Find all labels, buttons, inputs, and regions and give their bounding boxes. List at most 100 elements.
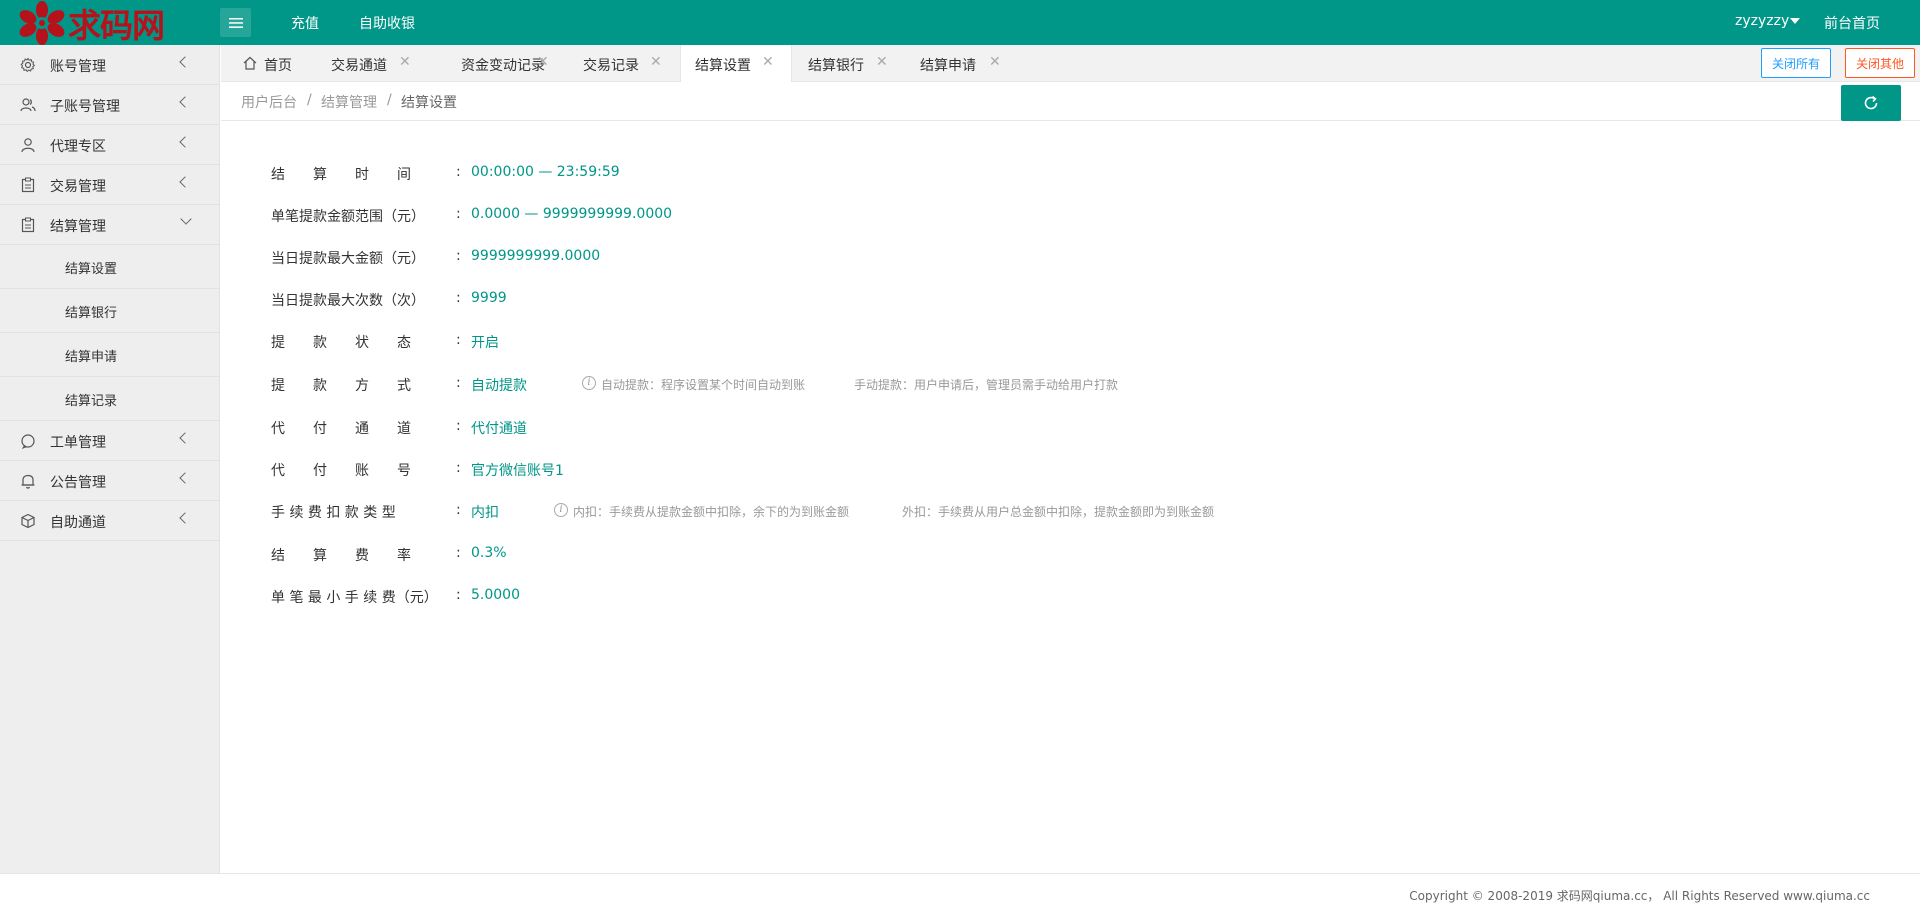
sidebar-item-label: 子账号管理 xyxy=(50,99,120,115)
breadcrumb-item[interactable]: 结算管理 xyxy=(321,92,377,112)
setting-colon: : xyxy=(456,545,461,561)
setting-label: 单笔提款金额范围（元） xyxy=(271,209,425,225)
setting-label: 当日提款最大次数（次） xyxy=(271,293,425,309)
close-icon[interactable]: ✕ xyxy=(762,54,774,70)
tab-fund-changes[interactable]: 资金变动记录 xyxy=(439,45,574,82)
clipboard-icon xyxy=(21,217,35,233)
setting-row-fee-type: 手 续 费 扣 款 类 型 : 内扣 i 内扣：手续费从提款金额中扣除，余下的为… xyxy=(271,502,1271,522)
caret-down-icon[interactable] xyxy=(1790,18,1800,24)
tab-label: 结算设置 xyxy=(695,58,751,74)
setting-label: 代 付 账 号 xyxy=(271,463,411,479)
tab-settlement-settings[interactable]: 结算设置 ✕ xyxy=(680,45,792,82)
tab-settlement-apply[interactable]: 结算申请 ✕ xyxy=(907,45,1019,82)
setting-colon: : xyxy=(456,418,461,434)
front-home-link[interactable]: 前台首页 xyxy=(1824,13,1880,33)
sidebar-subitem-label: 结算申请 xyxy=(65,350,118,365)
logo[interactable]: 求码网 xyxy=(18,0,165,45)
tab-settlement-bank[interactable]: 结算银行 ✕ xyxy=(794,45,906,82)
close-icon[interactable]: ✕ xyxy=(650,54,662,70)
recharge-link[interactable]: 充值 xyxy=(291,13,319,33)
setting-hint: 自动提款：程序设置某个时间自动到账 xyxy=(601,378,806,392)
sidebar-subitem-settlement-apply[interactable]: 结算申请 xyxy=(0,333,220,377)
sidebar-subitem-settlement-settings[interactable]: 结算设置 xyxy=(0,245,220,289)
chevron-left-icon xyxy=(179,512,191,524)
setting-colon: : xyxy=(456,587,461,603)
hamburger-icon xyxy=(228,17,243,28)
logo-text: 求码网 xyxy=(68,5,165,45)
setting-label: 手 续 费 扣 款 类 型 xyxy=(271,505,396,521)
clipboard-icon xyxy=(21,177,35,193)
sidebar-subitem-label: 结算银行 xyxy=(65,306,118,321)
breadcrumb-separator: / xyxy=(387,92,392,108)
tab-trade-channel[interactable]: 交易通道 ✕ xyxy=(314,45,424,82)
setting-value: 内扣 xyxy=(471,505,499,521)
tab-home[interactable]: 首页 xyxy=(221,45,301,82)
close-other-tabs-button[interactable]: 关闭其他 xyxy=(1845,48,1915,78)
setting-value: 9999 xyxy=(471,290,507,306)
sidebar-item-announcements[interactable]: 公告管理 xyxy=(0,461,220,501)
close-icon[interactable]: ✕ xyxy=(876,54,888,70)
sidebar-subitem-settlement-bank[interactable]: 结算银行 xyxy=(0,289,220,333)
sidebar-item-sub-accounts[interactable]: 子账号管理 xyxy=(0,85,220,125)
sidebar-subitem-settlement-records[interactable]: 结算记录 xyxy=(0,377,220,421)
self-cashier-link[interactable]: 自助收银 xyxy=(359,13,415,33)
setting-label: 当日提款最大金额（元） xyxy=(271,251,425,267)
info-icon: i xyxy=(554,503,568,517)
gear-icon xyxy=(20,57,36,73)
sidebar-item-label: 交易管理 xyxy=(50,179,106,195)
close-all-tabs-button[interactable]: 关闭所有 xyxy=(1761,48,1831,78)
tab-label: 交易通道 xyxy=(331,58,387,74)
sidebar-item-tickets[interactable]: 工单管理 xyxy=(0,421,220,461)
chevron-left-icon xyxy=(179,176,191,188)
setting-label: 代 付 通 道 xyxy=(271,421,411,437)
bell-icon xyxy=(21,474,35,489)
home-icon xyxy=(243,56,257,70)
setting-colon: : xyxy=(456,375,461,391)
refresh-icon xyxy=(1864,95,1878,110)
sidebar-item-trade[interactable]: 交易管理 xyxy=(0,165,220,205)
user-icon xyxy=(21,138,35,153)
setting-hint: 手动提款：用户申请后，管理员需手动给用户打款 xyxy=(854,378,1119,392)
close-icon[interactable]: ✕ xyxy=(399,54,411,70)
setting-colon: : xyxy=(456,460,461,476)
sidebar-item-settlement[interactable]: 结算管理 xyxy=(0,205,220,245)
sidebar-item-self-channel[interactable]: 自助通道 xyxy=(0,501,220,541)
chat-icon xyxy=(21,434,35,449)
setting-colon: : xyxy=(456,290,461,306)
cube-icon xyxy=(21,513,35,529)
tab-trade-records[interactable]: 交易记录 ✕ xyxy=(566,45,676,82)
tab-bar: 首页 交易通道 ✕ 资金变动记录 ✕ 交易记录 ✕ 结算设置 ✕ 结算银行 ✕ … xyxy=(221,45,1920,82)
setting-value: 0.3% xyxy=(471,545,507,561)
setting-label: 提 款 方 式 xyxy=(271,378,411,394)
close-icon[interactable]: ✕ xyxy=(989,54,1001,70)
setting-value: 5.0000 xyxy=(471,587,520,603)
setting-hint: 外扣：手续费从用户总金额中扣除，提款金额即为到账金额 xyxy=(902,505,1215,519)
setting-value: 0.0000 — 9999999999.0000 xyxy=(471,206,673,222)
setting-colon: : xyxy=(456,164,461,180)
setting-colon: : xyxy=(456,502,461,518)
setting-label: 单 笔 最 小 手 续 费（元） xyxy=(271,590,438,606)
breadcrumb-item[interactable]: 用户后台 xyxy=(241,92,297,112)
sidebar-item-label: 结算管理 xyxy=(50,219,106,235)
user-menu[interactable]: zyzyzzy xyxy=(1735,13,1789,29)
refresh-button[interactable] xyxy=(1841,85,1901,121)
sidebar-subitem-label: 结算记录 xyxy=(65,394,118,409)
setting-value: 官方微信账号1 xyxy=(471,463,564,479)
sidebar-item-label: 公告管理 xyxy=(50,475,106,491)
chevron-left-icon xyxy=(179,432,191,444)
sidebar-item-account[interactable]: 账号管理 xyxy=(0,45,220,85)
setting-colon: : xyxy=(456,248,461,264)
close-icon[interactable]: ✕ xyxy=(537,54,549,70)
setting-label: 提 款 状 态 xyxy=(271,335,411,351)
sidebar-item-agent[interactable]: 代理专区 xyxy=(0,125,220,165)
menu-toggle-button[interactable] xyxy=(220,8,251,37)
sidebar-item-label: 工单管理 xyxy=(50,435,106,451)
users-icon xyxy=(20,98,36,112)
setting-hint: 内扣：手续费从提款金额中扣除，余下的为到账金额 xyxy=(573,505,850,519)
sidebar-item-label: 代理专区 xyxy=(50,139,106,155)
sidebar-item-label: 自助通道 xyxy=(50,515,106,531)
chevron-left-icon xyxy=(179,56,191,68)
setting-label: 结 算 时 间 xyxy=(271,167,411,183)
breadcrumb: 用户后台 / 结算管理 / 结算设置 xyxy=(221,82,1920,121)
setting-colon: : xyxy=(456,206,461,222)
